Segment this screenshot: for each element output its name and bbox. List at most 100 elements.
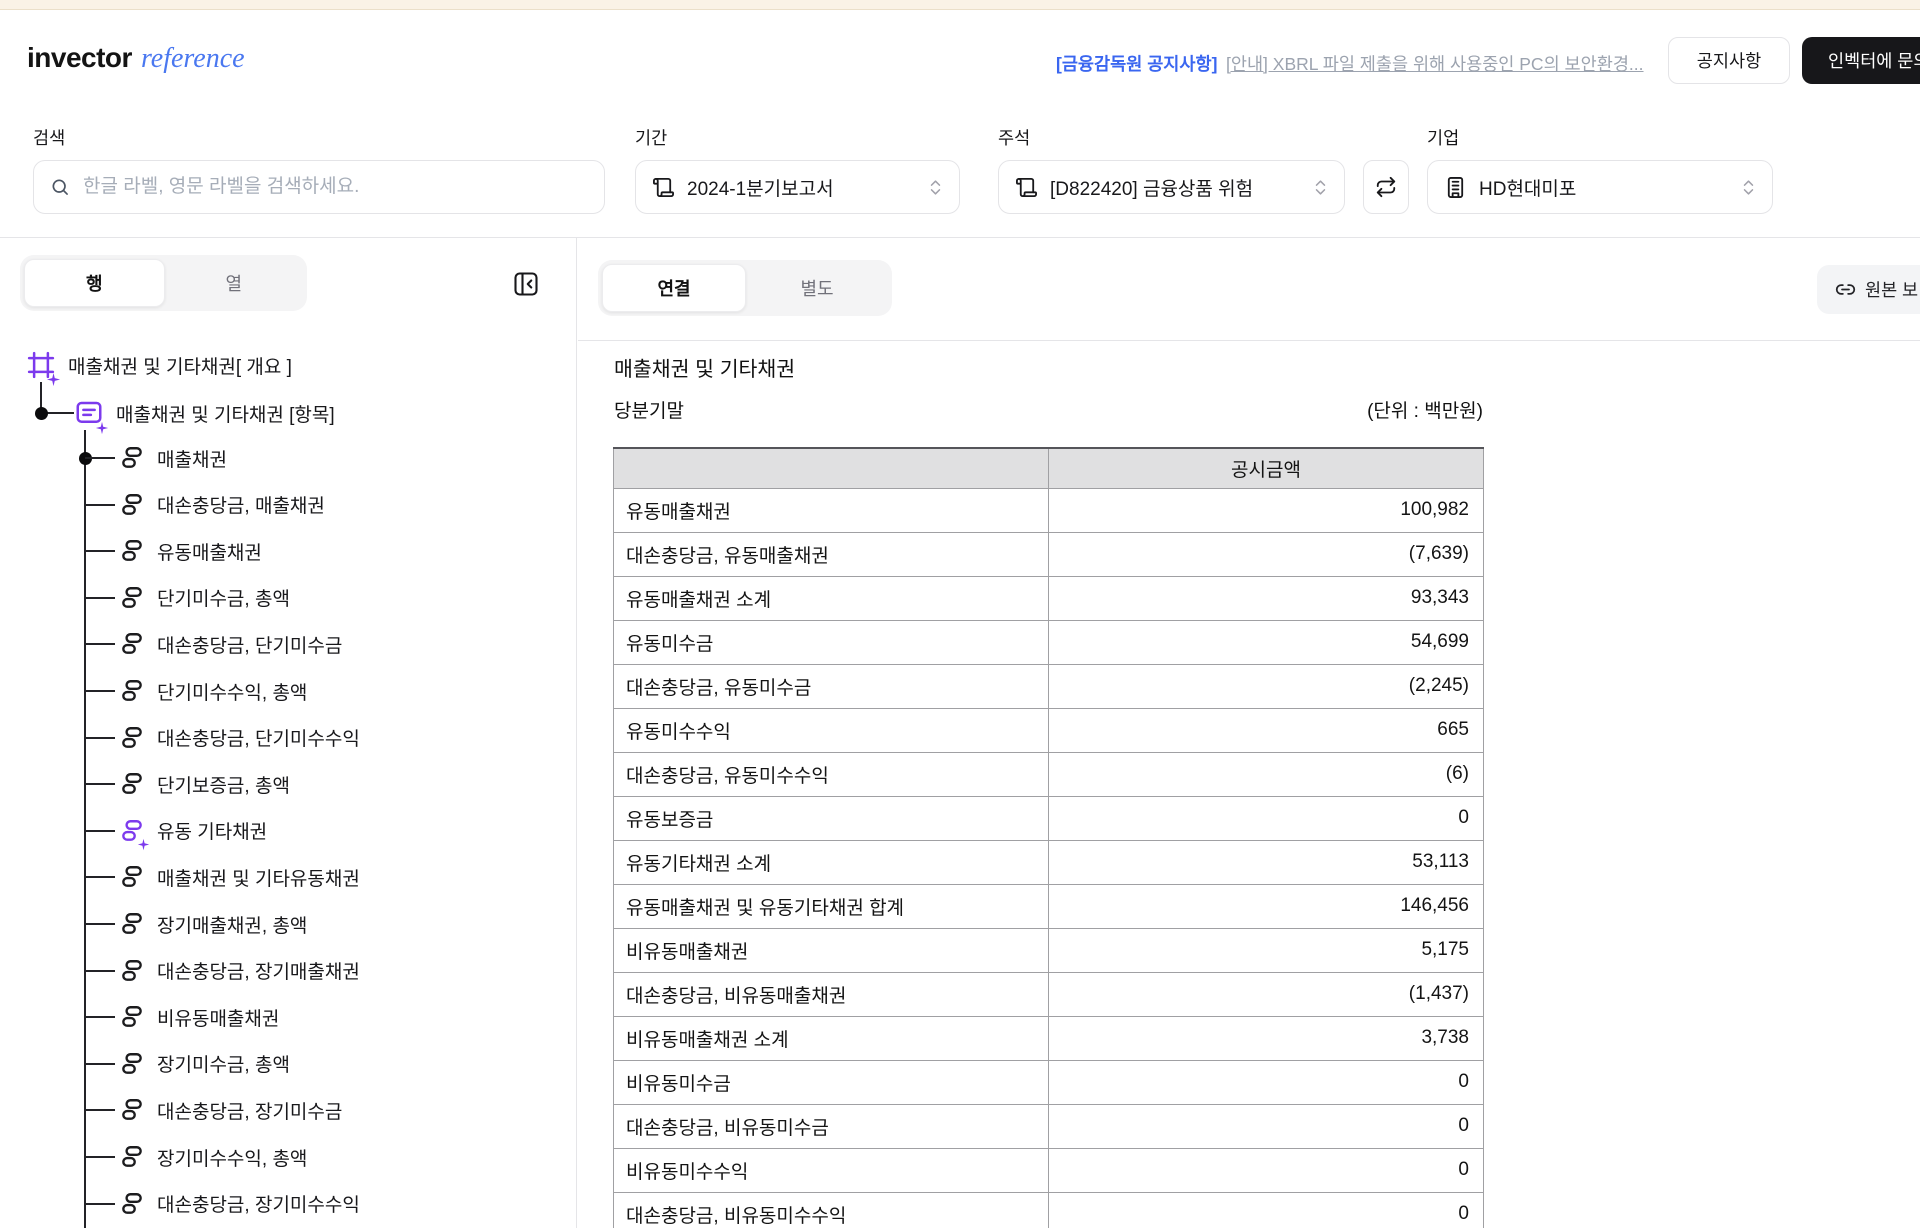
tree-item[interactable]: 장기미수금, 총액 (119, 1048, 290, 1080)
tree-connector (85, 1202, 115, 1205)
swap-button[interactable] (1363, 160, 1409, 214)
amount-cell: 665 (1048, 707, 1484, 753)
tree-item[interactable]: 매출채권 (119, 442, 227, 474)
tree-node-dot (34, 406, 48, 420)
swap-icon (1375, 176, 1397, 198)
element-icon (119, 864, 145, 890)
frame-sparkle-icon (26, 350, 61, 387)
element-icon (119, 1051, 145, 1077)
tree-item-label: 대손충당금, 장기매출채권 (157, 962, 360, 984)
sidebar-collapse-button[interactable] (512, 270, 540, 298)
tree-item[interactable]: 단기미수수익, 총액 (119, 675, 307, 707)
element-icon (119, 1097, 145, 1123)
amount-cell: 0 (1048, 795, 1484, 841)
table-row: 유동기타채권 소계 53,113 (613, 839, 1484, 885)
statement-meta: 당분기말 (단위 : 백만원) (614, 396, 1483, 423)
element-icon (119, 1191, 145, 1217)
footnote-select[interactable]: [D822420] 금융상품 위험 (998, 160, 1345, 214)
tree-root-item[interactable]: 매출채권 및 기타채권[ 개요 ] (26, 349, 292, 387)
tree-item-label: 비유동매출채권 (157, 1008, 280, 1030)
tree-item[interactable]: 장기미수수익, 총액 (119, 1141, 307, 1173)
tree-item-label: 매출채권 및 기타유동채권 (157, 868, 360, 890)
element-icon (119, 631, 145, 657)
fss-notice-link[interactable]: [금융감독원 공지사항] (1056, 51, 1217, 76)
app-logo: invector reference (27, 42, 245, 75)
row-label-cell: 유동매출채권 소계 (613, 575, 1049, 621)
table-row: 유동매출채권 및 유동기타채권 합계 146,456 (613, 883, 1484, 929)
table-row: 대손충당금, 비유동매출채권 (1,437) (613, 971, 1484, 1017)
tree-item[interactable]: 대손충당금, 단기미수금 (119, 628, 342, 660)
table-row: 유동미수수익 665 (613, 707, 1484, 753)
xbrl-info-link[interactable]: [안내] XBRL 파일 제출을 위해 사용중인 PC의 보안환경... (1226, 51, 1644, 76)
table-row: 비유동미수수익 0 (613, 1147, 1484, 1193)
chevrons-up-down-icon (1739, 178, 1758, 197)
notice-button[interactable]: 공지사항 (1668, 37, 1790, 84)
search-label: 검색 (33, 128, 66, 148)
tree-item-label: 대손충당금, 단기미수금 (157, 635, 343, 657)
tree-item-label: 대손충당금, 매출채권 (157, 496, 325, 518)
tree-item-label: 대손충당금, 단기미수수익 (157, 729, 360, 751)
element-icon (119, 1144, 145, 1170)
company-select[interactable]: HD현대미포 (1427, 160, 1773, 214)
amount-cell: (2,245) (1048, 663, 1484, 709)
amount-cell: (6) (1048, 751, 1484, 797)
tree-connector (85, 596, 115, 599)
element-icon (119, 911, 145, 937)
tree-item[interactable]: 대손충당금, 매출채권 (119, 489, 325, 521)
tree-connector (85, 969, 115, 972)
amount-cell: 0 (1048, 1147, 1484, 1193)
tab-columns[interactable]: 열 (165, 259, 304, 307)
row-label-cell: 유동미수금 (613, 619, 1049, 665)
tree-item[interactable]: 단기보증금, 총액 (119, 768, 290, 800)
tree-item[interactable]: 대손충당금, 단기미수수익 (119, 722, 360, 754)
top-accent-bar (0, 0, 1920, 10)
tree-item[interactable]: 장기매출채권, 총액 (119, 908, 307, 940)
table-row: 유동매출채권 100,982 (613, 487, 1484, 533)
table-header-row: 공시금액 (613, 447, 1484, 489)
amount-header: 공시금액 (1048, 447, 1484, 489)
amount-cell: 0 (1048, 1103, 1484, 1149)
row-label-cell: 비유동미수수익 (613, 1147, 1049, 1193)
row-label-cell: 유동매출채권 (613, 487, 1049, 533)
tree-item[interactable]: 단기미수금, 총액 (119, 582, 290, 614)
tree-item[interactable]: 유동매출채권 (119, 535, 262, 567)
main-divider (578, 340, 1920, 341)
tree-item[interactable]: 대손충당금, 장기매출채권 (119, 955, 360, 987)
tree-connector (85, 829, 115, 832)
row-label-cell: 유동미수수익 (613, 707, 1049, 753)
tree-connector (85, 550, 115, 553)
period-select[interactable]: 2024-1분기보고서 (635, 160, 960, 214)
element-icon (119, 445, 145, 471)
tree-item[interactable]: 대손충당금, 장기미수금 (119, 1094, 342, 1126)
tab-separate[interactable]: 별도 (746, 264, 888, 312)
tree-connector (85, 876, 115, 879)
tree-group-item[interactable]: 매출채권 및 기타채권 [항목] (74, 397, 335, 435)
company-value: HD현대미포 (1479, 178, 1577, 200)
contact-button[interactable]: 인벡터에 문의 (1802, 37, 1920, 84)
row-label-cell: 대손충당금, 유동매출채권 (613, 531, 1049, 577)
amount-cell: 5,175 (1048, 927, 1484, 973)
tree-item[interactable]: 비유동매출채권 (119, 1001, 279, 1033)
tab-consolidated[interactable]: 연결 (602, 264, 746, 312)
period-label: 기간 (635, 128, 668, 148)
list-card-sparkle-icon (74, 398, 109, 435)
tree-item[interactable]: 대손충당금, 장기미수수익 (119, 1188, 360, 1220)
tree-item[interactable]: 매출채권 및 기타유동채권 (119, 861, 360, 893)
row-label-cell: 유동매출채권 및 유동기타채권 합계 (613, 883, 1049, 929)
tree-root-label: 매출채권 및 기타채권[ 개요 ] (68, 356, 292, 378)
table-row: 대손충당금, 유동미수금 (2,245) (613, 663, 1484, 709)
tree-item-label: 장기매출채권, 총액 (157, 915, 308, 937)
search-box (33, 160, 605, 214)
table-row: 유동매출채권 소계 93,343 (613, 575, 1484, 621)
search-input[interactable] (81, 175, 588, 199)
tab-rows[interactable]: 행 (24, 259, 165, 307)
row-label-cell: 비유동매출채권 소계 (613, 1015, 1049, 1061)
tree-item[interactable]: 유동 기타채권 (119, 815, 267, 850)
view-source-button[interactable]: 원본 보 (1817, 265, 1920, 314)
row-label-cell: 대손충당금, 비유동미수금 (613, 1103, 1049, 1149)
tree-item-label: 매출채권 (157, 449, 227, 471)
element-icon (119, 585, 145, 611)
search-icon (50, 177, 70, 197)
table-row: 비유동미수금 0 (613, 1059, 1484, 1105)
disclosure-table: 공시금액 유동매출채권 100,982 대손충당금, 유동매출채권 (7,639) 유동… (613, 447, 1484, 1228)
